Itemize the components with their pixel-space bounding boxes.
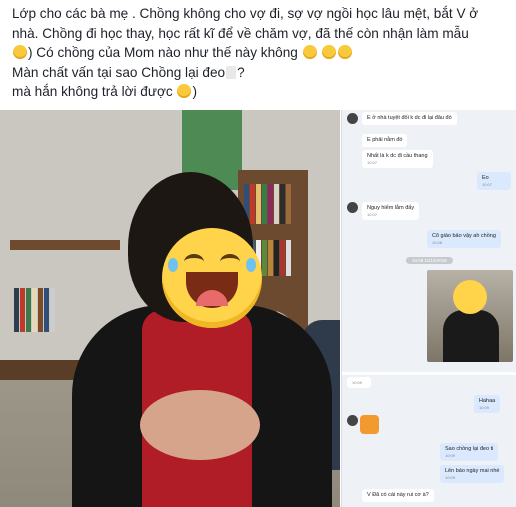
emoji-face-icon	[453, 280, 487, 314]
missing-glyph-icon	[226, 65, 237, 79]
chat-message: Nhất là k dc đi cầu thang 10:07	[362, 150, 433, 168]
chat-message: Nguy hiểm lắm đấy 10:07	[362, 202, 420, 220]
post-line-3: ) Có chồng của Mom nào như thế này không	[12, 43, 510, 63]
eye-icon	[184, 254, 204, 270]
photo-prop	[140, 390, 260, 460]
chat-message: E phải nằm đó	[362, 134, 408, 147]
post-photo[interactable]	[0, 110, 340, 507]
post-line-4: Màn chất vấn tại sao Chồng lại đeo?	[12, 64, 245, 80]
chat-message: Sao chồng lại đeo ti 10:09	[440, 443, 499, 461]
chat-message: 10:09	[347, 377, 371, 388]
eye-icon	[220, 254, 240, 270]
chat-message: Lên báo ngày mai nhé 10:09	[440, 465, 505, 483]
smile-emoji-icon	[177, 84, 192, 98]
chat-message: Eo 10:07	[477, 172, 511, 190]
laughing-face-sticker-icon	[162, 228, 262, 328]
post-line-2: nhà. Chồng đi học thay, học rất kĩ để về…	[12, 25, 469, 41]
post-line-1: Lớp cho các bà mẹ . Chồng không cho vợ đ…	[12, 6, 479, 21]
chat-image[interactable]	[427, 270, 513, 362]
photo-shelf	[10, 240, 120, 250]
smile-emoji-icon	[13, 45, 27, 59]
laughing-emoji-icon	[302, 45, 317, 59]
laughing-emoji-icon	[338, 45, 353, 59]
chat-message: V Đã có cái này rui cơ à?	[362, 489, 434, 502]
chat-image-person	[443, 310, 499, 362]
chat-panel-bottom: 10:09 Hahaa 10:09 Sao chồng lại đeo ti 10:…	[342, 375, 516, 507]
tear-icon	[246, 258, 256, 272]
post-line-5: mà hắn không trả lời được )	[12, 84, 197, 99]
angry-sticker-icon	[360, 415, 379, 434]
chat-panel-top: E ở nhà tuyệt đối k dc đi lại đâu đó E p…	[342, 110, 516, 372]
chat-message: Hahaa 10:09	[474, 395, 501, 413]
post-text: Lớp cho các bà mẹ . Chồng không cho vợ đ…	[12, 4, 510, 102]
chat-timestamp: 10:09 11/10/2018	[406, 257, 453, 264]
chat-screenshot[interactable]: E ở nhà tuyệt đối k dc đi lại đâu đó E p…	[341, 110, 516, 507]
photo-books	[14, 288, 55, 332]
chat-message: Cô giáo bảo vậy ah chồng 10:08	[427, 230, 501, 248]
photo-books	[244, 184, 291, 224]
contact-avatar	[347, 415, 358, 426]
contact-avatar	[347, 113, 358, 124]
chat-message: E ở nhà tuyệt đối k dc đi lại đâu đó	[362, 112, 457, 125]
contact-avatar	[347, 202, 358, 213]
tear-icon	[168, 258, 178, 272]
laughing-emoji-icon	[322, 45, 337, 59]
